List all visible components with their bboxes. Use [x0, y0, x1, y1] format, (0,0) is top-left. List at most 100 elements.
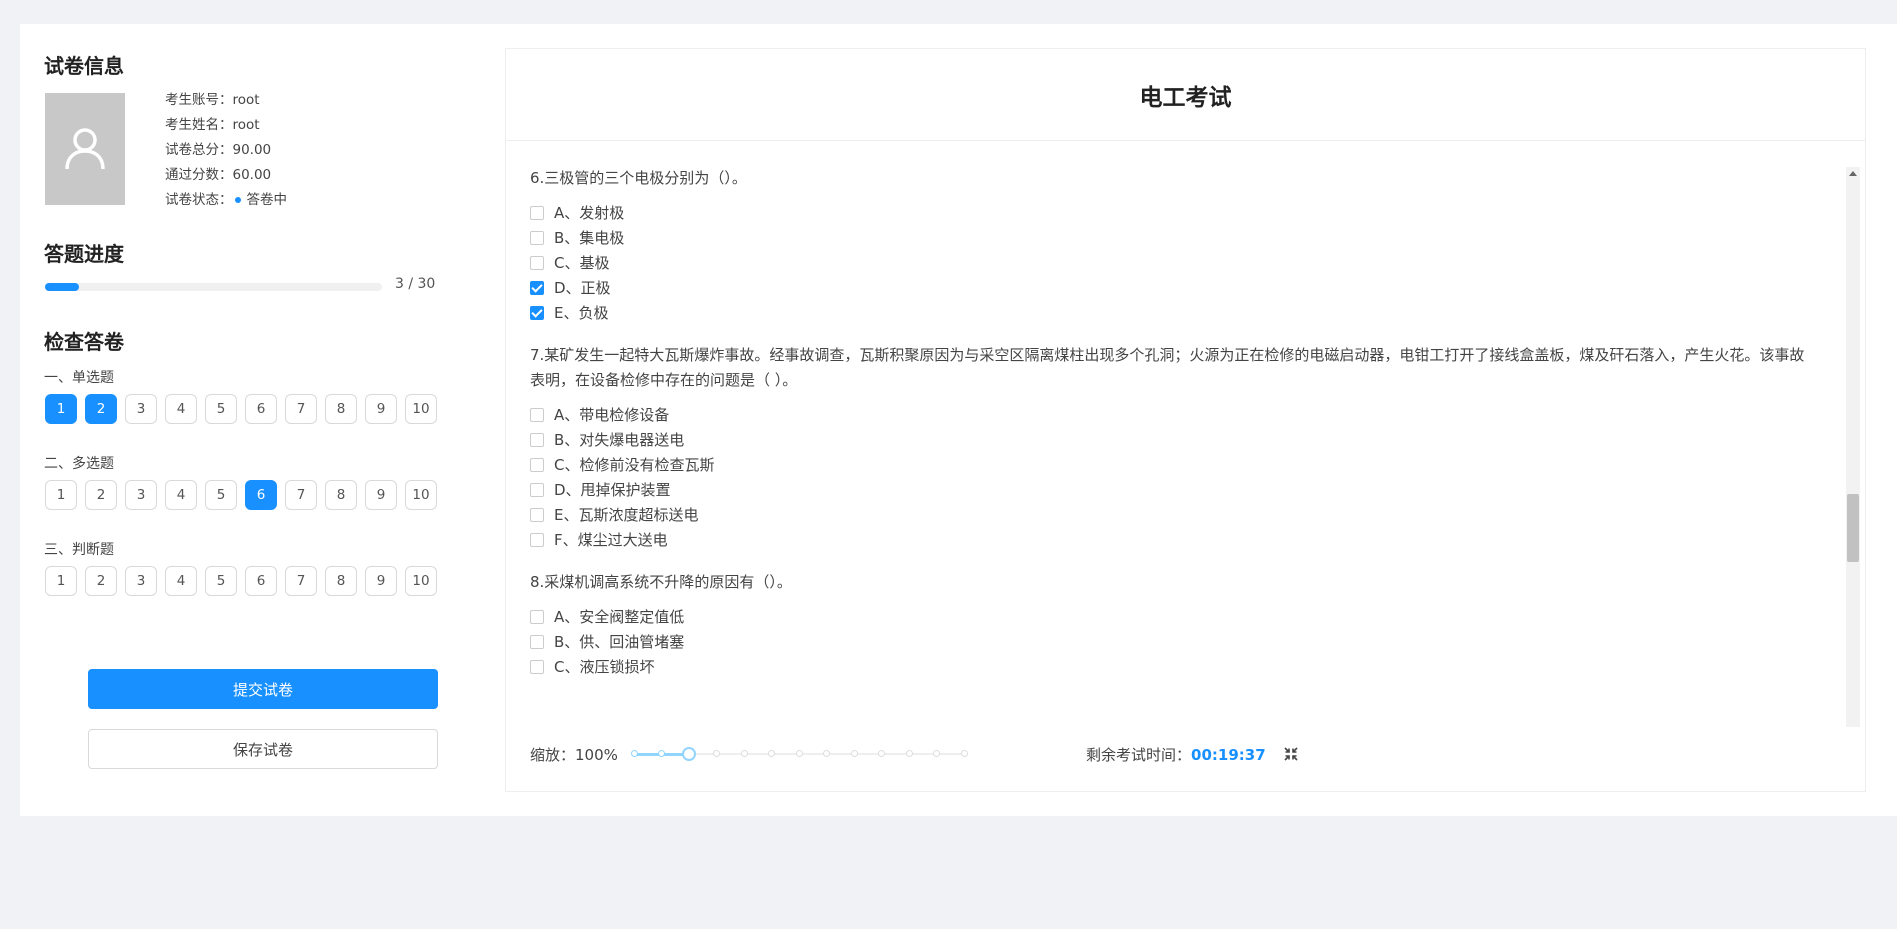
question-number-button[interactable]: 1: [45, 480, 77, 510]
zoom-slider-handle[interactable]: [682, 747, 696, 761]
question-number-button[interactable]: 9: [365, 566, 397, 596]
question-number-button[interactable]: 4: [165, 566, 197, 596]
option-item[interactable]: B、对失爆电器送电: [530, 427, 1810, 452]
avatar: [45, 93, 125, 205]
fullscreen-exit-icon[interactable]: [1283, 746, 1299, 762]
remaining-time-value: 00:19:37: [1191, 746, 1266, 764]
option-item[interactable]: F、煤尘过大送电: [530, 527, 1810, 552]
zoom-step-dot[interactable]: [905, 750, 913, 757]
question-number-button[interactable]: 3: [125, 394, 157, 424]
option-item[interactable]: B、集电极: [530, 225, 1810, 250]
zoom-step-dot[interactable]: [960, 750, 968, 757]
option-item[interactable]: C、检修前没有检查瓦斯: [530, 452, 1810, 477]
question-number-button[interactable]: 2: [85, 394, 117, 424]
option-label: D、正极: [554, 279, 611, 297]
group-label-multiple: 二、多选题: [44, 456, 114, 472]
question-text: 6.三极管的三个电极分别为（）。: [530, 169, 747, 187]
exam-footer: 缩放：100% 剩余考试时间：00:19:37: [506, 734, 1865, 774]
question-number-button[interactable]: 6: [245, 480, 277, 510]
option-item[interactable]: E、负极: [530, 300, 1810, 325]
scroll-up-arrow-icon[interactable]: [1849, 171, 1857, 176]
option-checkbox[interactable]: [530, 280, 544, 295]
option-checkbox[interactable]: [530, 255, 544, 270]
info-account: 考生账号：root: [165, 92, 260, 108]
option-item[interactable]: A、带电检修设备: [530, 402, 1810, 427]
submit-button[interactable]: 提交试卷: [88, 669, 438, 709]
check-title: 检查答卷: [44, 330, 124, 354]
question-number-button[interactable]: 3: [125, 480, 157, 510]
question-number-button[interactable]: 5: [205, 480, 237, 510]
question-number-button[interactable]: 1: [45, 394, 77, 424]
save-button[interactable]: 保存试卷: [88, 729, 438, 769]
question-number-button[interactable]: 6: [245, 566, 277, 596]
zoom-step-dot[interactable]: [768, 750, 775, 757]
candidate-info: 考生账号：root 考生姓名：root 试卷总分：90.00 通过分数：60.0…: [165, 88, 287, 213]
status-dot: [234, 196, 241, 203]
zoom-step-dot[interactable]: [850, 750, 858, 757]
info-name: 考生姓名：root: [165, 117, 260, 133]
zoom-step-dot[interactable]: [933, 750, 940, 757]
option-item[interactable]: B、供、回油管堵塞: [530, 629, 1810, 654]
zoom-step-dot[interactable]: [823, 750, 830, 757]
option-checkbox[interactable]: [530, 305, 544, 320]
option-item[interactable]: C、基极: [530, 250, 1810, 275]
question-number-button[interactable]: 8: [325, 566, 357, 596]
question-number-button[interactable]: 2: [85, 480, 117, 510]
option-item[interactable]: A、安全阀整定值低: [530, 604, 1810, 629]
question-number-button[interactable]: 2: [85, 566, 117, 596]
question-text: 8.采煤机调高系统不升降的原因有（）。: [530, 573, 792, 591]
option-item[interactable]: A、发射极: [530, 200, 1810, 225]
scrollbar-thumb[interactable]: [1847, 494, 1859, 562]
option-item[interactable]: D、正极: [530, 275, 1810, 300]
option-checkbox[interactable]: [530, 230, 544, 245]
question-list[interactable]: 6.三极管的三个电极分别为（）。 A、发射极 B、集电极 C、基极 D、正极 E、负极 7.…: [530, 166, 1810, 726]
zoom-step-dot[interactable]: [713, 750, 720, 757]
question-number-button[interactable]: 4: [165, 394, 197, 424]
option-item[interactable]: D、甩掉保护装置: [530, 477, 1810, 502]
option-item[interactable]: E、瓦斯浓度超标送电: [530, 502, 1810, 527]
option-checkbox[interactable]: [530, 457, 544, 472]
question-block: 8.采煤机调高系统不升降的原因有（）。 A、安全阀整定值低 B、供、回油管堵塞 C、液…: [530, 570, 1810, 679]
zoom-step-dot[interactable]: [658, 750, 665, 757]
question-number-button[interactable]: 9: [365, 480, 397, 510]
progress-text: 3 / 30: [395, 276, 436, 292]
option-item[interactable]: C、液压锁损坏: [530, 654, 1810, 679]
exam-paper: 电工考试 6.三极管的三个电极分别为（）。 A、发射极 B、集电极 C、基极 D、正极 E…: [505, 48, 1866, 792]
question-number-button[interactable]: 9: [365, 394, 397, 424]
zoom-step-dot[interactable]: [630, 750, 638, 757]
question-number-button[interactable]: 5: [205, 566, 237, 596]
zoom-step-dot[interactable]: [740, 750, 748, 757]
info-total-score: 试卷总分：90.00: [165, 142, 272, 158]
question-number-button[interactable]: 1: [45, 566, 77, 596]
option-checkbox[interactable]: [530, 432, 544, 447]
progress-fill: [45, 283, 79, 291]
option-checkbox[interactable]: [530, 407, 544, 422]
option-checkbox[interactable]: [530, 507, 544, 522]
question-number-button[interactable]: 10: [405, 394, 437, 424]
question-number-button[interactable]: 8: [325, 480, 357, 510]
question-number-button[interactable]: 3: [125, 566, 157, 596]
option-checkbox[interactable]: [530, 634, 544, 649]
progress-title: 答题进度: [44, 242, 124, 266]
question-number-button[interactable]: 10: [405, 566, 437, 596]
question-number-button[interactable]: 4: [165, 480, 197, 510]
option-checkbox[interactable]: [530, 205, 544, 220]
question-number-button[interactable]: 6: [245, 394, 277, 424]
zoom-step-dot[interactable]: [795, 750, 803, 757]
zoom-step-dot[interactable]: [878, 750, 885, 757]
question-number-button[interactable]: 7: [285, 566, 317, 596]
question-number-button[interactable]: 10: [405, 480, 437, 510]
option-checkbox[interactable]: [530, 609, 544, 624]
option-checkbox[interactable]: [530, 482, 544, 497]
option-checkbox[interactable]: [530, 659, 544, 674]
group-label-judge: 三、判断题: [44, 542, 114, 558]
scrollbar[interactable]: [1846, 167, 1860, 727]
option-checkbox[interactable]: [530, 532, 544, 547]
question-number-button[interactable]: 7: [285, 394, 317, 424]
question-number-button[interactable]: 8: [325, 394, 357, 424]
question-number-button[interactable]: 5: [205, 394, 237, 424]
multiple-choice-nav: 1 2 3 4 5 6 7 8 9 10: [45, 480, 437, 510]
option-label: A、安全阀整定值低: [554, 608, 685, 626]
zoom-slider[interactable]: [630, 747, 968, 761]
question-number-button[interactable]: 7: [285, 480, 317, 510]
